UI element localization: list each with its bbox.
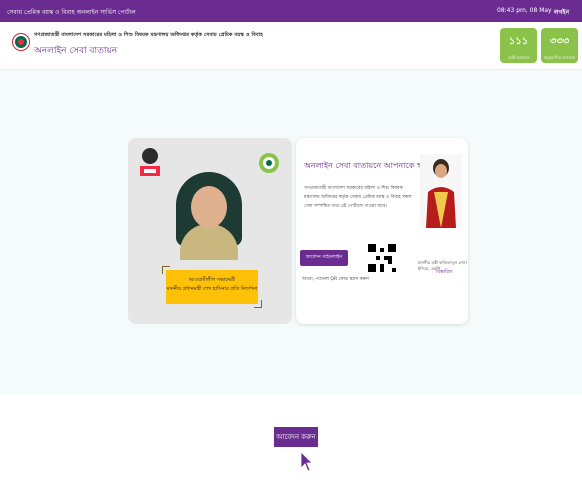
stat-card-approved: ৩৩৩ অনুমোদিত আবেদন (541, 28, 578, 63)
mouse-cursor-icon (300, 451, 313, 472)
login-link[interactable]: লগইন (554, 7, 569, 18)
govt-logo-icon (12, 33, 30, 51)
stat-number: ৩৩৩ (549, 36, 570, 47)
guideline-button[interactable]: আবেদন গাইডলাইন (300, 250, 348, 266)
qr-note: অথবা, প্যানেল QR কোড স্ক্যান করুন (302, 277, 369, 282)
stat-number: ১১১ (508, 36, 529, 47)
welcome-card: অনলাইন সেবা বাতায়নে আপনাকে স্বাগতম গণপ্… (296, 138, 468, 324)
officer-details-link[interactable]: বিস্তারিত (436, 269, 453, 277)
mujib-logo-icon (140, 148, 160, 176)
datetime: 08:43 pm, 08 May (497, 7, 552, 14)
pm-banner-card: আওয়ামীলীগ সভানেত্রী মাননীয় প্রধানমন্ত্… (128, 138, 292, 324)
pm-caption-line1: আওয়ামীলীগ সভানেত্রী (188, 277, 236, 283)
pm-caption-line2: মাননীয় প্রধানমন্ত্রী শেখ হাসিনার প্রতি … (166, 286, 258, 292)
mujib-100-badge-icon (259, 153, 279, 173)
site-header: গণপ্রজাতন্ত্রী বাংলাদেশ সরকারের মহিলা ও … (0, 22, 582, 70)
welcome-text: গণপ্রজাতন্ত্রী বাংলাদেশ সরকারের মহিলা ও … (304, 186, 412, 209)
portal-label: সেবায় প্রেমিক বয়স্ক ও বিবাহ অনলাইন সার… (7, 9, 136, 16)
pm-portrait-face (191, 186, 227, 228)
officer-photo (420, 154, 462, 228)
site-subtitle: অনলাইন সেবা বাতায়ন (34, 46, 118, 56)
stat-label: মোট আবেদন (507, 55, 530, 60)
stat-label: অনুমোদিত আবেদন (543, 55, 576, 60)
top-bar: সেবায় প্রেমিক বয়স্ক ও বিবাহ অনলাইন সার… (0, 0, 582, 22)
apply-button[interactable]: আবেদন করুন (274, 427, 318, 447)
site-title: গণপ্রজাতন্ত্রী বাংলাদেশ সরকারের মহিলা ও … (34, 32, 263, 38)
pm-caption: আওয়ামীলীগ সভানেত্রী মাননীয় প্রধানমন্ত্… (166, 270, 258, 304)
qr-code-icon (368, 244, 396, 272)
stat-card-total: ১১১ মোট আবেদন (500, 28, 537, 63)
